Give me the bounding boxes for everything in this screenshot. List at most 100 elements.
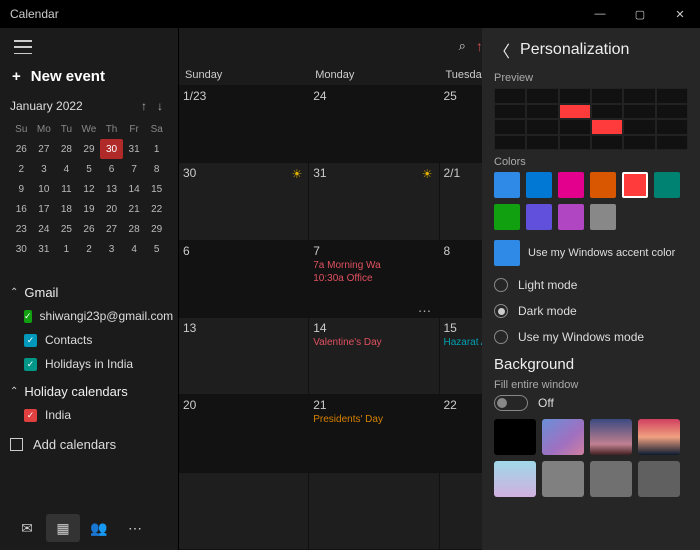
day-cell[interactable]: 30☀ bbox=[179, 163, 309, 240]
dark-mode-option[interactable]: Dark mode bbox=[494, 304, 688, 318]
mini-day[interactable]: 27 bbox=[33, 139, 56, 159]
bg-thumb[interactable] bbox=[494, 461, 536, 497]
mini-day[interactable]: 20 bbox=[100, 199, 123, 219]
day-cell[interactable]: 77a Morning Wa10:30a Office… bbox=[309, 241, 439, 318]
people-icon[interactable]: 👥 bbox=[82, 514, 116, 542]
mini-day[interactable]: 29 bbox=[78, 139, 101, 159]
bg-thumb[interactable] bbox=[590, 419, 632, 455]
day-cell[interactable]: 20 bbox=[179, 395, 309, 472]
back-icon[interactable]: 〈 bbox=[494, 38, 510, 62]
search-icon[interactable]: ⌕ bbox=[459, 38, 466, 54]
color-swatch[interactable] bbox=[622, 172, 648, 198]
mini-day[interactable]: 29 bbox=[145, 219, 168, 239]
fill-toggle[interactable]: Off bbox=[494, 395, 688, 411]
day-cell[interactable]: 1/23 bbox=[179, 86, 309, 163]
mini-next-icon[interactable]: ↓ bbox=[152, 99, 168, 113]
color-swatch[interactable] bbox=[494, 204, 520, 230]
color-swatch[interactable] bbox=[590, 172, 616, 198]
mini-day[interactable]: 31 bbox=[33, 239, 56, 259]
calendar-item[interactable]: ✓shiwangi23p@gmail.com bbox=[10, 304, 168, 328]
mini-day[interactable]: 17 bbox=[33, 199, 56, 219]
mini-day[interactable]: 22 bbox=[145, 199, 168, 219]
color-swatch[interactable] bbox=[526, 204, 552, 230]
day-cell[interactable]: 21Presidents' Day bbox=[309, 395, 439, 472]
mini-day[interactable]: 8 bbox=[145, 159, 168, 179]
mini-day[interactable]: 12 bbox=[78, 179, 101, 199]
mini-day[interactable]: 23 bbox=[10, 219, 33, 239]
mini-day[interactable]: 2 bbox=[10, 159, 33, 179]
mini-day[interactable]: 30 bbox=[10, 239, 33, 259]
mini-day[interactable]: 6 bbox=[100, 159, 123, 179]
close-button[interactable]: ✕ bbox=[660, 0, 700, 28]
mini-day[interactable]: 5 bbox=[78, 159, 101, 179]
bg-thumb[interactable] bbox=[638, 419, 680, 455]
add-calendars-button[interactable]: Add calendars bbox=[10, 437, 168, 452]
mail-icon[interactable]: ✉ bbox=[10, 514, 44, 542]
light-mode-option[interactable]: Light mode bbox=[494, 278, 688, 292]
more-events-icon[interactable]: … bbox=[418, 299, 433, 315]
mini-day[interactable]: 26 bbox=[78, 219, 101, 239]
color-swatch[interactable] bbox=[590, 204, 616, 230]
mini-day[interactable]: 24 bbox=[33, 219, 56, 239]
mini-day[interactable]: 1 bbox=[55, 239, 78, 259]
mini-day[interactable]: 18 bbox=[55, 199, 78, 219]
bg-thumb[interactable] bbox=[590, 461, 632, 497]
day-cell[interactable]: 6 bbox=[179, 241, 309, 318]
mini-day[interactable]: 15 bbox=[145, 179, 168, 199]
day-cell[interactable]: 13 bbox=[179, 318, 309, 395]
mini-day[interactable]: 19 bbox=[78, 199, 101, 219]
mini-day[interactable]: 27 bbox=[100, 219, 123, 239]
color-swatch[interactable] bbox=[654, 172, 680, 198]
mini-day[interactable]: 5 bbox=[145, 239, 168, 259]
day-cell[interactable]: 14Valentine's Day bbox=[309, 318, 439, 395]
bg-thumb[interactable] bbox=[542, 461, 584, 497]
event-item[interactable]: Valentine's Day bbox=[313, 337, 434, 348]
mini-day[interactable]: 25 bbox=[55, 219, 78, 239]
new-event-button[interactable]: + New event bbox=[12, 68, 168, 85]
color-swatch[interactable] bbox=[494, 172, 520, 198]
mini-calendar[interactable]: SuMoTuWeThFrSa26272829303112345678910111… bbox=[10, 119, 168, 259]
mini-day[interactable]: 3 bbox=[100, 239, 123, 259]
color-swatch[interactable] bbox=[558, 172, 584, 198]
mini-day[interactable]: 7 bbox=[123, 159, 146, 179]
mini-day[interactable]: 14 bbox=[123, 179, 146, 199]
calendar-item[interactable]: ✓Holidays in India bbox=[10, 352, 168, 376]
hamburger-icon[interactable] bbox=[14, 40, 32, 54]
day-cell[interactable]: 24 bbox=[309, 86, 439, 163]
mini-month-label[interactable]: January 2022 bbox=[10, 99, 136, 113]
color-swatch[interactable] bbox=[558, 204, 584, 230]
day-cell[interactable] bbox=[309, 473, 439, 550]
windows-mode-option[interactable]: Use my Windows mode bbox=[494, 330, 688, 344]
event-item[interactable]: 7a Morning Wa bbox=[313, 260, 434, 271]
mini-day[interactable]: 30 bbox=[100, 139, 123, 159]
calendar-item[interactable]: ✓India bbox=[10, 403, 168, 427]
calendar-icon[interactable]: ▦ bbox=[46, 514, 80, 542]
mini-prev-icon[interactable]: ↑ bbox=[136, 99, 152, 113]
mini-day[interactable]: 16 bbox=[10, 199, 33, 219]
day-cell[interactable]: 31☀ bbox=[309, 163, 439, 240]
mini-day[interactable]: 10 bbox=[33, 179, 56, 199]
more-icon[interactable]: ⋯ bbox=[118, 514, 152, 542]
bg-thumb[interactable] bbox=[638, 461, 680, 497]
event-item[interactable]: 10:30a Office bbox=[313, 273, 434, 284]
color-swatch[interactable] bbox=[526, 172, 552, 198]
minimize-button[interactable]: — bbox=[580, 0, 620, 28]
bg-thumb[interactable] bbox=[542, 419, 584, 455]
mini-day[interactable]: 4 bbox=[55, 159, 78, 179]
mini-day[interactable]: 28 bbox=[55, 139, 78, 159]
mini-day[interactable]: 4 bbox=[123, 239, 146, 259]
mini-day[interactable]: 2 bbox=[78, 239, 101, 259]
day-cell[interactable] bbox=[179, 473, 309, 550]
mini-day[interactable]: 26 bbox=[10, 139, 33, 159]
mini-day[interactable]: 1 bbox=[145, 139, 168, 159]
mini-day[interactable]: 21 bbox=[123, 199, 146, 219]
bg-thumb[interactable] bbox=[494, 419, 536, 455]
maximize-button[interactable]: ▢ bbox=[620, 0, 660, 28]
mini-day[interactable]: 28 bbox=[123, 219, 146, 239]
mini-day[interactable]: 13 bbox=[100, 179, 123, 199]
event-item[interactable]: Presidents' Day bbox=[313, 414, 434, 425]
mini-day[interactable]: 3 bbox=[33, 159, 56, 179]
calendar-item[interactable]: ✓Contacts bbox=[10, 328, 168, 352]
mini-day[interactable]: 9 bbox=[10, 179, 33, 199]
accent-color-option[interactable]: Use my Windows accent color bbox=[494, 240, 688, 266]
